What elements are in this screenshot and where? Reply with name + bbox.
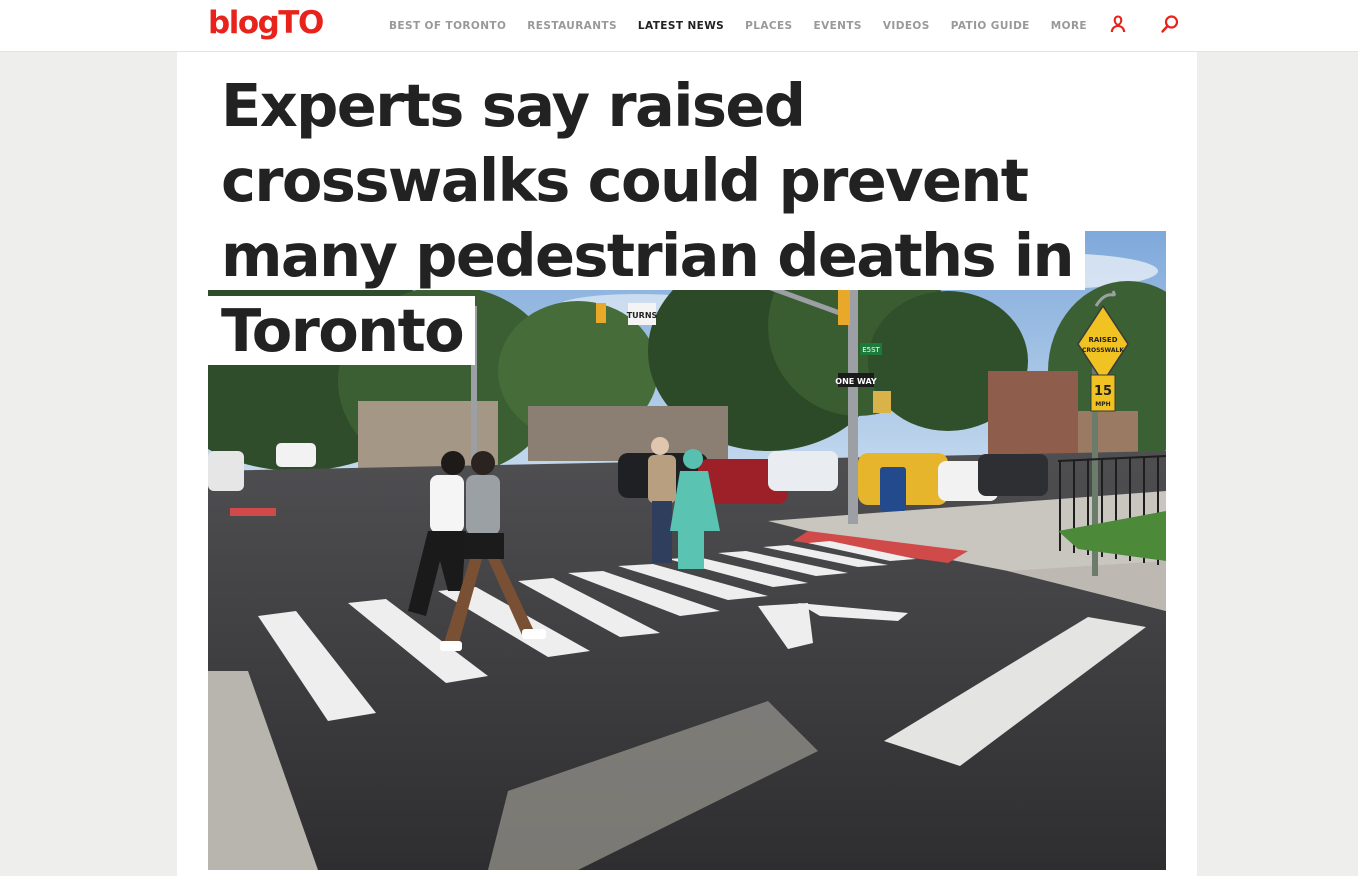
nav-patio-guide[interactable]: PATIO GUIDE [951,20,1030,32]
search-icon[interactable] [1158,12,1182,36]
article-title-text: Experts say raised crosswalks could prev… [208,71,1085,365]
nav-events[interactable]: EVENTS [814,20,862,32]
user-icon[interactable] [1106,12,1130,36]
site-header: blogTO BEST OF TORONTO RESTAURANTS LATES… [0,0,1358,52]
nav-videos[interactable]: VIDEOS [883,20,930,32]
speed-sign-value: 15 [1094,384,1112,399]
one-way-sign: ONE WAY [835,377,877,386]
speed-sign-unit: MPH [1095,401,1110,408]
nav-list: BEST OF TORONTO RESTAURANTS LATEST NEWS … [389,16,1108,34]
nav-more[interactable]: MORE [1051,20,1087,32]
article-title: Experts say raised crosswalks could prev… [208,68,1168,368]
site-logo[interactable]: blogTO [208,3,324,43]
nav-places[interactable]: PLACES [745,20,792,32]
nav-latest-news[interactable]: LATEST NEWS [638,20,724,32]
nav-restaurants[interactable]: RESTAURANTS [527,20,617,32]
nav-best-of-toronto[interactable]: BEST OF TORONTO [389,20,506,32]
